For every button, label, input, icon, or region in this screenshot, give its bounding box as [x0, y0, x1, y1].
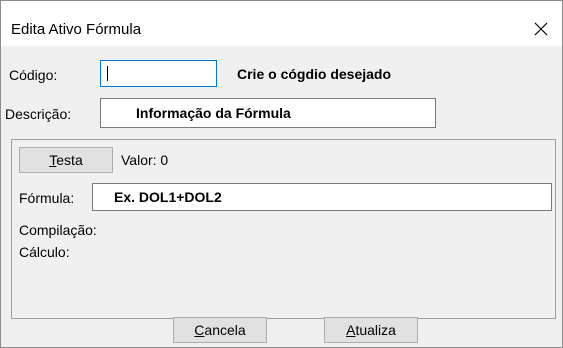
window-title: Edita Ativo Fórmula [11, 21, 142, 38]
formula-input[interactable]: Ex. DOL1+DOL2 [92, 183, 552, 211]
cancela-label: ancela [204, 322, 246, 338]
codigo-input[interactable] [100, 60, 217, 87]
title-bar: Edita Ativo Fórmula [1, 1, 562, 46]
cancela-button[interactable]: Cancela [173, 317, 267, 343]
formula-value: Ex. DOL1+DOL2 [114, 189, 222, 205]
text-caret [107, 66, 108, 81]
codigo-label: Código: [9, 67, 58, 83]
testa-label: esta [56, 152, 83, 168]
descricao-value: Informação da Fórmula [136, 105, 291, 121]
formula-group: Testa Valor: 0 Fórmula: Ex. DOL1+DOL2 Co… [11, 139, 556, 319]
valor-label: Valor: 0 [121, 152, 169, 168]
atualiza-button[interactable]: Atualiza [324, 317, 418, 343]
codigo-hint: Crie o cógdio desejado [237, 66, 392, 82]
formula-label: Fórmula: [19, 190, 75, 206]
descricao-input[interactable]: Informação da Fórmula [100, 98, 436, 128]
close-icon [534, 22, 548, 36]
calculo-label: Cálculo: [19, 244, 70, 260]
atualiza-label: tualiza [355, 322, 396, 338]
descricao-label: Descrição: [5, 106, 72, 122]
cancela-mnemonic: C [194, 322, 205, 338]
compilacao-label: Compilação: [19, 222, 97, 238]
dialog-window: Edita Ativo Fórmula Código: Crie o cógdi… [0, 0, 563, 348]
testa-button[interactable]: Testa [19, 147, 113, 173]
close-button[interactable] [520, 13, 562, 45]
